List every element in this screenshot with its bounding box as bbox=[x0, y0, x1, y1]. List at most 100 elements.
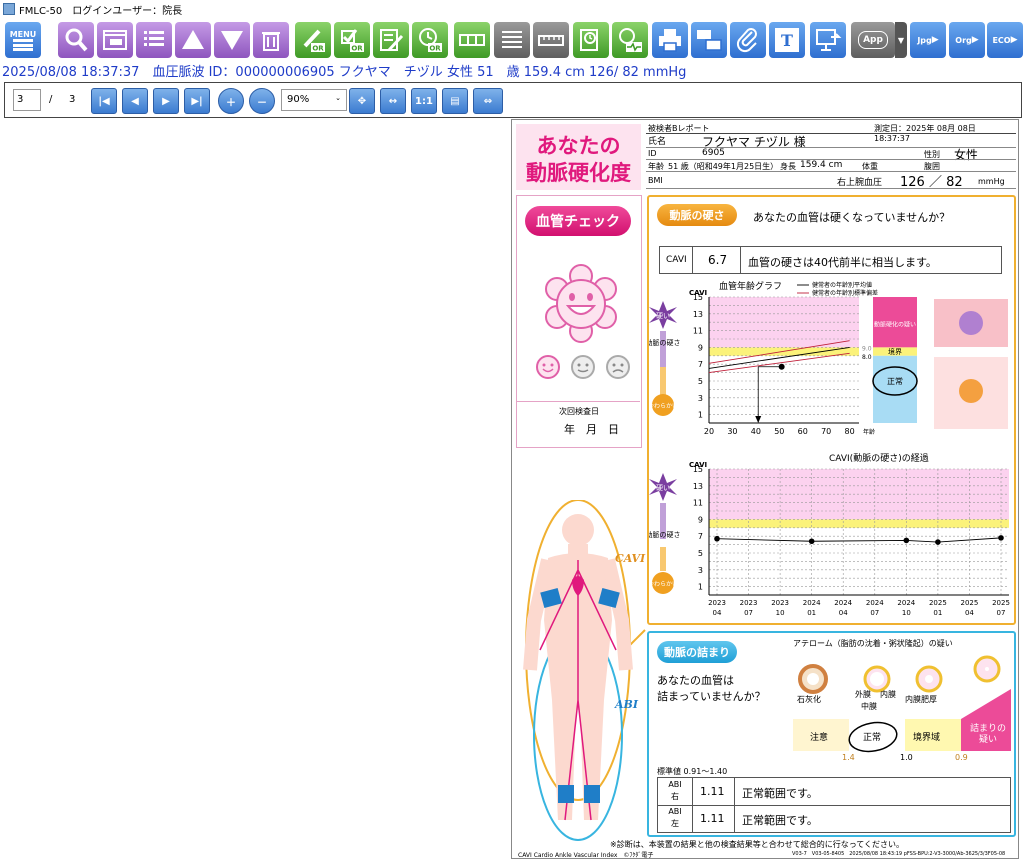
svg-text:OR: OR bbox=[312, 45, 324, 53]
menu-button[interactable]: MENU bbox=[5, 22, 41, 58]
zone-normal-label: 正常 bbox=[887, 377, 903, 386]
zoom-out-icon: － bbox=[257, 97, 267, 109]
bp-label: 右上腕血圧 bbox=[837, 178, 883, 188]
abi-right-comment: 正常範囲です。 bbox=[742, 787, 818, 800]
clock-or-button[interactable]: OR bbox=[412, 22, 448, 58]
print-button[interactable] bbox=[652, 22, 688, 58]
ref-line-8: 8.0 bbox=[862, 354, 872, 361]
bmi-label: BMI bbox=[648, 176, 663, 185]
search-button[interactable] bbox=[58, 22, 94, 58]
eco-export-label: ECO bbox=[992, 35, 1011, 45]
patient-point bbox=[778, 363, 785, 370]
cavi-value: 6.7 bbox=[708, 253, 728, 267]
up-button[interactable] bbox=[175, 22, 211, 58]
x-tick-year: 2024 bbox=[897, 599, 915, 607]
clock-wave-button[interactable] bbox=[612, 22, 648, 58]
chevron-down-icon: ⌄ bbox=[335, 94, 341, 102]
note-pencil-icon bbox=[380, 29, 404, 52]
export-screen-button[interactable] bbox=[810, 22, 846, 58]
report-title-line1: あなたの bbox=[536, 134, 621, 158]
x-tick-month: 01 bbox=[933, 609, 942, 617]
footer-brand: CAVI Cardio Ankle Vascular Index ©ﾌｸﾀﾞ電子 bbox=[518, 852, 654, 859]
single-page-icon: ▤ bbox=[450, 95, 460, 107]
sad-face-icon bbox=[606, 355, 630, 379]
border-zone-band bbox=[709, 519, 1009, 528]
cavi-label: CAVI bbox=[666, 255, 687, 265]
ruler-button[interactable] bbox=[533, 22, 569, 58]
check-or-button[interactable]: OR bbox=[334, 22, 370, 58]
checkbox-or-icon: OR bbox=[341, 29, 364, 53]
text-button[interactable]: T bbox=[769, 22, 805, 58]
zoom-out-button[interactable]: － bbox=[249, 88, 275, 114]
y-tick-label: 11 bbox=[693, 499, 703, 508]
page-number-input[interactable]: 3 bbox=[13, 89, 41, 111]
abi-standard-value: 標準値 0.91〜1.40 bbox=[657, 767, 728, 776]
zoom-in-button[interactable]: ＋ bbox=[218, 88, 244, 114]
export-eco-button[interactable]: ECO ▶ bbox=[987, 22, 1023, 58]
continuous-page-button[interactable]: ⇔ bbox=[473, 88, 503, 114]
app-button[interactable]: App bbox=[851, 22, 895, 58]
zoom-select[interactable]: 90% ⌄ bbox=[281, 89, 347, 111]
clock-note-button[interactable] bbox=[573, 22, 609, 58]
file-window-icon bbox=[103, 30, 127, 50]
export-org-button[interactable]: Org ▶ bbox=[949, 22, 985, 58]
middle-membrane-label: 中膜 bbox=[861, 702, 877, 711]
first-page-button[interactable]: |◀ bbox=[91, 88, 117, 114]
app-dropdown-button[interactable]: ▼ bbox=[895, 22, 907, 58]
soft-label: やわらかい bbox=[649, 580, 678, 588]
abi-threshold-1: 1.4 bbox=[842, 753, 855, 762]
last-page-button[interactable]: ▶| bbox=[184, 88, 210, 114]
trend-point bbox=[998, 535, 1004, 541]
y-tick-label: 11 bbox=[693, 327, 703, 336]
trend-point bbox=[903, 537, 910, 544]
app-icon bbox=[3, 3, 15, 15]
hardness-badge: 動脈の硬さ bbox=[657, 204, 737, 226]
svg-text:OR: OR bbox=[429, 45, 441, 53]
soft-label: やわらかい bbox=[649, 402, 678, 410]
fit-page-button[interactable]: ✥ bbox=[349, 88, 375, 114]
x-tick-label: 70 bbox=[821, 427, 831, 436]
next-page-button[interactable]: ▶ bbox=[153, 88, 179, 114]
soft-arrow-shaft bbox=[660, 367, 666, 395]
down-button[interactable] bbox=[214, 22, 250, 58]
fit-width-icon: ↔ bbox=[388, 95, 398, 107]
trash-icon bbox=[262, 32, 280, 51]
y-tick-label: 13 bbox=[693, 310, 703, 319]
patient-sex: 女性 bbox=[954, 148, 979, 162]
single-page-button[interactable]: ▤ bbox=[442, 88, 468, 114]
triangle-up-icon bbox=[182, 30, 204, 49]
fit-width-button[interactable]: ↔ bbox=[380, 88, 406, 114]
stiffness-label: 動脈の硬さ bbox=[649, 338, 681, 347]
export-jpg-button[interactable]: Jpg ▶ bbox=[910, 22, 946, 58]
legend-sd-label: 健常者の年齢別標準偏差 bbox=[812, 289, 878, 297]
x-tick-label: 80 bbox=[845, 427, 855, 436]
vessel-check-badge: 血管チェック bbox=[525, 206, 631, 236]
grid-icon bbox=[459, 34, 485, 46]
abi-right-label-2: 右 bbox=[671, 792, 679, 801]
delete-button[interactable] bbox=[253, 22, 289, 58]
trend-line bbox=[716, 537, 1002, 543]
occlusion-badge: 動脈の詰まり bbox=[657, 641, 737, 663]
y-tick-label: 13 bbox=[693, 482, 703, 491]
footer-note: ※診断は、本装置の結果と他の検査結果等と合わせて総合的に行なってください。 bbox=[610, 840, 905, 849]
next-page-icon: ▶ bbox=[162, 95, 170, 107]
file-button[interactable] bbox=[97, 22, 133, 58]
note-edit-button[interactable] bbox=[373, 22, 409, 58]
flower-face-small-icon bbox=[536, 355, 560, 379]
trend-point bbox=[808, 538, 815, 545]
edit-or-button[interactable]: OR bbox=[295, 22, 331, 58]
prev-page-button[interactable]: ◀ bbox=[122, 88, 148, 114]
actual-size-label: 1:1 bbox=[415, 95, 433, 107]
legend-mean-label: 健常者の年齢別平均値 bbox=[812, 281, 872, 289]
list-button[interactable] bbox=[136, 22, 172, 58]
lines-button[interactable] bbox=[494, 22, 530, 58]
actual-size-button[interactable]: 1:1 bbox=[411, 88, 437, 114]
layout-grid-button[interactable] bbox=[454, 22, 490, 58]
fit-page-icon: ✥ bbox=[357, 95, 367, 107]
abi-threshold-2: 1.0 bbox=[900, 753, 913, 762]
print-multi-button[interactable] bbox=[691, 22, 727, 58]
name-label: 氏名 bbox=[648, 137, 667, 147]
attach-button[interactable] bbox=[730, 22, 766, 58]
abi-side-label: ABI bbox=[615, 698, 638, 711]
trend-point bbox=[935, 539, 941, 545]
